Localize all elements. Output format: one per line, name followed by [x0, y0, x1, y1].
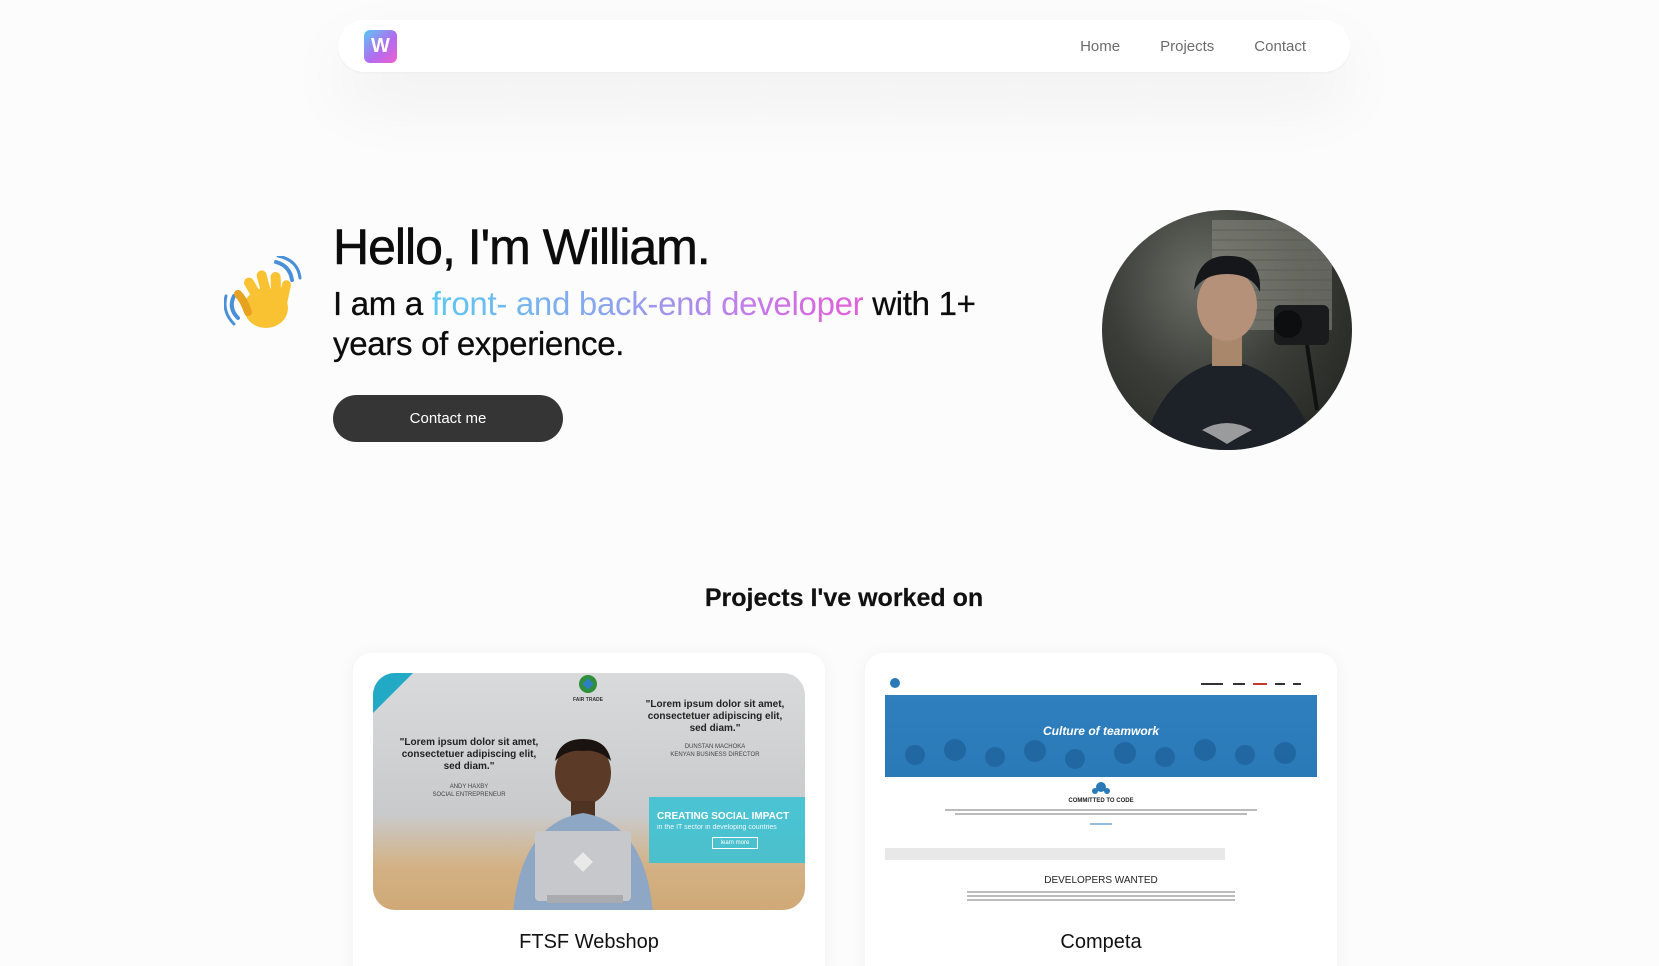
impact-subheading: in the IT sector in developing countries: [657, 824, 777, 831]
developers-wanted-text: DEVELOPERS WANTED: [1044, 875, 1158, 886]
project-thumbnail-ftsf: FAIR TRADE "Lorem ipsum dolor sit amet, …: [373, 673, 805, 910]
projects-section-title: Projects I've worked on: [704, 584, 984, 612]
text-line: [967, 899, 1235, 901]
menu-corner-icon: [373, 673, 413, 713]
text-line: [967, 895, 1235, 897]
nav-link-contact[interactable]: Contact: [1254, 38, 1306, 55]
quote-right-role: KENYAN BUSINESS DIRECTOR: [670, 752, 760, 758]
committed-to-code-text: COMMITTED TO CODE: [1068, 798, 1134, 804]
social-impact-panel: CREATING SOCIAL IMPACT in the IT sector …: [649, 797, 805, 863]
avatar-photo: [1142, 220, 1332, 450]
text-line: [955, 813, 1247, 815]
text-line: [967, 891, 1235, 893]
nav-links: Home Projects Contact: [1080, 38, 1306, 55]
hero-subtitle-prefix: I am a: [333, 285, 432, 322]
fair-trade-logo: FAIR TRADE: [566, 673, 610, 703]
project-card-competa[interactable]: Culture of teamwork COMMITTED TO CODE DE…: [865, 653, 1337, 966]
waving-hand-icon: [224, 256, 302, 328]
competa-banner-text: Culture of teamwork: [1042, 724, 1159, 738]
fair-trade-logo-text: FAIR TRADE: [573, 697, 603, 703]
project-title-ftsf: FTSF Webshop: [519, 931, 659, 953]
logo-letter: W: [371, 34, 390, 57]
avatar: [1102, 210, 1352, 450]
nav-link-home[interactable]: Home: [1080, 38, 1120, 55]
quote-right: "Lorem ipsum dolor sit amet, consectetue…: [645, 699, 785, 734]
contact-me-button[interactable]: Contact me: [333, 395, 563, 442]
project-title-competa: Competa: [1060, 931, 1142, 953]
grey-divider-bar: [885, 848, 1225, 860]
text-line: [945, 809, 1257, 811]
hero-subtitle: I am a front- and back-end developer wit…: [333, 284, 1033, 364]
team-icon: [1092, 782, 1110, 794]
competa-site-header: [890, 678, 1301, 688]
quote-right-attrib: DUNSTAN MACHOKA KENYAN BUSINESS DIRECTOR: [645, 743, 785, 759]
logo-icon[interactable]: W: [364, 29, 397, 63]
page: W Home Projects Contact Hello, I'm Willi…: [0, 0, 1659, 966]
hero-subtitle-highlight: front- and back-end developer: [431, 285, 864, 322]
nav-link-projects[interactable]: Projects: [1160, 38, 1214, 55]
impact-heading: CREATING SOCIAL IMPACT: [657, 811, 790, 822]
hero-title: Hello, I'm William.: [333, 219, 711, 276]
businessman-photo: [513, 739, 653, 910]
top-navbar: W Home Projects Contact: [338, 20, 1350, 72]
project-thumbnail-competa: Culture of teamwork COMMITTED TO CODE DE…: [885, 673, 1317, 910]
project-card-ftsf[interactable]: FAIR TRADE "Lorem ipsum dolor sit amet, …: [353, 653, 825, 966]
quote-right-name: DUNSTAN MACHOKA: [684, 744, 746, 750]
learn-more-button[interactable]: learn more: [712, 837, 758, 849]
fair-trade-logo-icon: [579, 675, 597, 693]
read-more-link[interactable]: [1090, 823, 1112, 825]
